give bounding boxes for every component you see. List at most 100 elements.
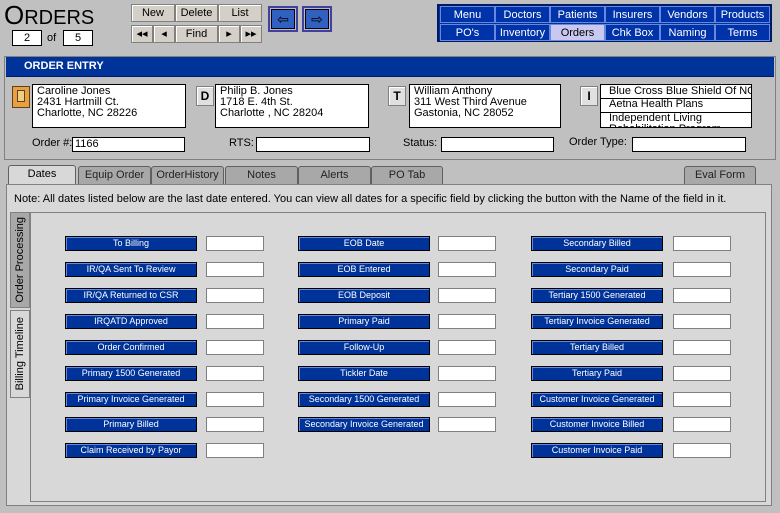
side-tab-billing-timeline[interactable]: Billing Timeline <box>10 310 30 398</box>
tab-equip-order[interactable]: Equip Order <box>78 166 151 184</box>
primary-billed-button[interactable]: Primary Billed <box>65 417 197 432</box>
tertiary-billed-button[interactable]: Tertiary Billed <box>531 340 663 355</box>
eob-deposit-button[interactable]: EOB Deposit <box>298 288 430 303</box>
prev-record-button[interactable]: ◂ <box>153 25 175 43</box>
tab-order-history[interactable]: OrderHistory <box>151 166 224 184</box>
primary-invoice-generated-button[interactable]: Primary Invoice Generated <box>65 392 197 407</box>
follow-up-date-field[interactable] <box>438 340 496 355</box>
primary-invoice-generated-date-field[interactable] <box>206 392 264 407</box>
insurance-item[interactable]: Independent Living Rehabilitation Progra… <box>601 113 751 127</box>
tickler-date-date-field[interactable] <box>438 366 496 381</box>
rts-field[interactable] <box>256 137 370 152</box>
status-field[interactable] <box>441 137 554 152</box>
side-tab-order-processing[interactable]: Order Processing <box>10 212 30 308</box>
to-billing-button[interactable]: To Billing <box>65 236 197 251</box>
forward-button[interactable]: ⇨ <box>302 6 332 32</box>
menu-item-patients[interactable]: Patients <box>550 6 605 23</box>
secondary-1500-generated-date-field[interactable] <box>438 392 496 407</box>
patient-address-box[interactable]: Caroline Jones 2431 Hartmill Ct. Charlot… <box>32 84 186 128</box>
customer-invoice-paid-button[interactable]: Customer Invoice Paid <box>531 443 663 458</box>
eob-date-date-field[interactable] <box>438 236 496 251</box>
order-number-field[interactable]: 1166 <box>72 137 185 152</box>
tertiary-invoice-generated-button[interactable]: Tertiary Invoice Generated <box>531 314 663 329</box>
menu-item-chk-box[interactable]: Chk Box <box>605 24 660 41</box>
primary-billed-date-field[interactable] <box>206 417 264 432</box>
menu-item-orders[interactable]: Orders <box>550 24 605 41</box>
secondary-invoice-generated-date-field[interactable] <box>438 417 496 432</box>
secondary-invoice-generated-button[interactable]: Secondary Invoice Generated <box>298 417 430 432</box>
tab-dates[interactable]: Dates <box>8 165 76 185</box>
secondary-billed-button[interactable]: Secondary Billed <box>531 236 663 251</box>
tertiary-paid-date-field[interactable] <box>673 366 731 381</box>
ir-qa-sent-to-review-button[interactable]: IR/QA Sent To Review <box>65 262 197 277</box>
find-button[interactable]: Find <box>175 25 218 43</box>
menu-item-po-s[interactable]: PO's <box>440 24 495 41</box>
doctor-address-box[interactable]: Philip B. Jones 1718 E. 4th St. Charlott… <box>215 84 369 128</box>
tickler-date-button[interactable]: Tickler Date <box>298 366 430 381</box>
list-button[interactable]: List <box>218 4 262 22</box>
secondary-1500-generated-button[interactable]: Secondary 1500 Generated <box>298 392 430 407</box>
tab-alerts[interactable]: Alerts <box>298 166 371 184</box>
tertiary-1500-generated-button[interactable]: Tertiary 1500 Generated <box>531 288 663 303</box>
delete-button[interactable]: Delete <box>175 4 218 22</box>
insurance-item[interactable]: Blue Cross Blue Shield Of NC <box>601 85 751 99</box>
secondary-paid-date-field[interactable] <box>673 262 731 277</box>
menu-item-inventory[interactable]: Inventory <box>495 24 550 41</box>
menu-item-products[interactable]: Products <box>715 6 770 23</box>
follow-up-button[interactable]: Follow-Up <box>298 340 430 355</box>
customer-invoice-billed-date-field[interactable] <box>673 417 731 432</box>
tertiary-invoice-generated-date-field[interactable] <box>673 314 731 329</box>
secondary-billed-date-field[interactable] <box>673 236 731 251</box>
primary-1500-generated-button[interactable]: Primary 1500 Generated <box>65 366 197 381</box>
tab-eval-form[interactable]: Eval Form <box>684 166 756 184</box>
next-record-button[interactable]: ▸ <box>218 25 240 43</box>
therapist-button[interactable]: T <box>388 86 406 106</box>
irqatd-approved-date-field[interactable] <box>206 314 264 329</box>
customer-invoice-billed-button[interactable]: Customer Invoice Billed <box>531 417 663 432</box>
doctor-button[interactable]: D <box>196 86 214 106</box>
menu-item-insurers[interactable]: Insurers <box>605 6 660 23</box>
irqatd-approved-button[interactable]: IRQATD Approved <box>65 314 197 329</box>
primary-paid-date-field[interactable] <box>438 314 496 329</box>
tertiary-billed-date-field[interactable] <box>673 340 731 355</box>
eob-deposit-date-field[interactable] <box>438 288 496 303</box>
order-type-field[interactable] <box>632 137 746 152</box>
patient-icon[interactable] <box>12 86 30 108</box>
eob-entered-date-field[interactable] <box>438 262 496 277</box>
customer-invoice-paid-date-field[interactable] <box>673 443 731 458</box>
menu-item-terms[interactable]: Terms <box>715 24 770 41</box>
back-button[interactable]: ⇦ <box>268 6 298 32</box>
record-current-field[interactable]: 2 <box>12 30 42 46</box>
menu-item-naming[interactable]: Naming <box>660 24 715 41</box>
first-record-button[interactable]: ◂◂ <box>131 25 153 43</box>
insurance-item[interactable]: Aetna Health Plans <box>601 99 751 113</box>
last-record-button[interactable]: ▸▸ <box>240 25 262 43</box>
insurance-button[interactable]: I <box>580 86 598 106</box>
tab-po[interactable]: PO Tab <box>371 166 443 184</box>
customer-invoice-generated-button[interactable]: Customer Invoice Generated <box>531 392 663 407</box>
order-confirmed-date-field[interactable] <box>206 340 264 355</box>
claim-received-by-payor-button[interactable]: Claim Received by Payor <box>65 443 197 458</box>
tertiary-paid-button[interactable]: Tertiary Paid <box>531 366 663 381</box>
ir-qa-returned-to-csr-date-field[interactable] <box>206 288 264 303</box>
claim-received-by-payor-date-field[interactable] <box>206 443 264 458</box>
eob-date-button[interactable]: EOB Date <box>298 236 430 251</box>
order-number-label: Order #: <box>32 137 73 149</box>
therapist-address-box[interactable]: William Anthony 311 West Third Avenue Ga… <box>409 84 561 128</box>
new-button[interactable]: New <box>131 4 175 22</box>
insurance-list[interactable]: Blue Cross Blue Shield Of NC Aetna Healt… <box>600 84 752 128</box>
primary-1500-generated-date-field[interactable] <box>206 366 264 381</box>
ir-qa-returned-to-csr-button[interactable]: IR/QA Returned to CSR <box>65 288 197 303</box>
order-confirmed-button[interactable]: Order Confirmed <box>65 340 197 355</box>
eob-entered-button[interactable]: EOB Entered <box>298 262 430 277</box>
tab-notes[interactable]: Notes <box>225 166 298 184</box>
tertiary-1500-generated-date-field[interactable] <box>673 288 731 303</box>
menu-item-doctors[interactable]: Doctors <box>495 6 550 23</box>
secondary-paid-button[interactable]: Secondary Paid <box>531 262 663 277</box>
customer-invoice-generated-date-field[interactable] <box>673 392 731 407</box>
primary-paid-button[interactable]: Primary Paid <box>298 314 430 329</box>
to-billing-date-field[interactable] <box>206 236 264 251</box>
ir-qa-sent-to-review-date-field[interactable] <box>206 262 264 277</box>
menu-item-menu[interactable]: Menu <box>440 6 495 23</box>
menu-item-vendors[interactable]: Vendors <box>660 6 715 23</box>
